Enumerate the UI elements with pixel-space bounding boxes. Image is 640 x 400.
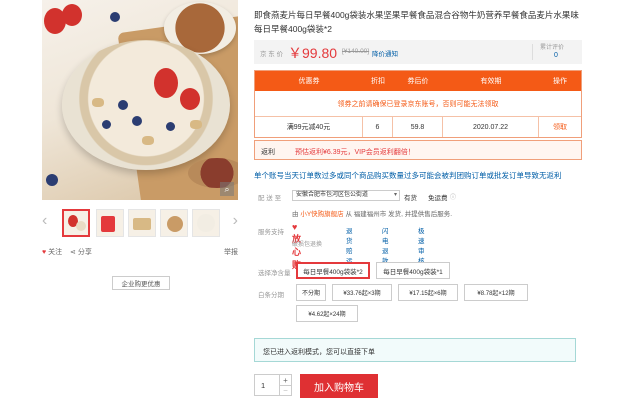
price-label: 京 东 价 [260, 51, 284, 58]
service-item[interactable]: 极速审核 [418, 225, 425, 265]
divider [532, 44, 533, 60]
coupon-header-cell: 折扣 [371, 78, 385, 85]
service-item[interactable]: 退货赔运 [346, 225, 353, 265]
installment-label: 白条分期 [258, 292, 284, 299]
installment-option[interactable]: ¥8.78起×12期 [464, 284, 528, 301]
enterprise-purchase-button[interactable]: 企业购更优惠 [112, 276, 170, 290]
report-link[interactable]: 举报 [224, 247, 238, 257]
service-sub[interactable]: 破损包退换 [292, 239, 322, 248]
ship-prefix: 由 [292, 211, 299, 218]
rebate-box: 返利 预估返利¥6.39元，VIP会员返利翻倍！ [254, 140, 582, 160]
chevron-right-icon[interactable]: › [233, 213, 238, 229]
quantity-stepper[interactable]: 1 + − [254, 374, 292, 396]
installment-option[interactable]: ¥4.62起×24期 [296, 305, 358, 322]
coupon-table: 优惠券 折扣 券后价 有效期 操作 领券之前请确保已登录京东账号，否则可能无法领… [254, 70, 582, 138]
ship-from: 由 小Y快购旗舰店 从 福建福州市 发货, 并提供售后服务. [292, 208, 452, 218]
variant-label: 选择净含量 [258, 270, 291, 277]
share-link[interactable]: ⋖ 分享 [70, 247, 92, 257]
stock-status: 有货 [404, 195, 417, 202]
coupon-header-cell: 有效期 [480, 78, 502, 85]
coupon-header-cell: 券后价 [407, 78, 429, 85]
address-value: 安徽合肥市包河区包公街道 [296, 192, 369, 198]
service-label: 服务支持 [258, 229, 284, 236]
store-link[interactable]: 小Y快购旗舰店 [300, 211, 343, 218]
rebate-label: 返利 [261, 149, 275, 156]
coupon-note: 领券之前请确保已登录京东账号，否则可能无法领取 [255, 91, 581, 117]
coupon-cell: 2020.07.22 [443, 117, 539, 137]
coupon-cell: 59.8 [393, 117, 443, 137]
quantity-input[interactable]: 1 [261, 381, 265, 390]
chevron-down-icon: ▾ [393, 192, 397, 198]
heart-icon: ♥ [42, 249, 47, 256]
table-row: 满99元减40元 6 59.8 2020.07.22 领取 [255, 117, 581, 137]
coupon-cell: 6 [363, 117, 393, 137]
thumbnail[interactable] [128, 209, 156, 237]
installment-option[interactable]: 不分期 [296, 284, 326, 301]
cereal-bowl-image [62, 40, 230, 170]
promo-notice[interactable]: 单个账号当天订单数过多或同个商品购买数量过多可能会被判团购订单或批发订单导致无返… [254, 170, 562, 181]
add-to-cart-button[interactable]: 加入购物车 [300, 374, 378, 398]
review-count[interactable]: 0 [554, 52, 558, 59]
delivery-label: 配 送 至 [258, 195, 282, 202]
thumbnail-strip: ‹ › [42, 207, 238, 237]
coupon-cell: 满99元减40元 [255, 117, 363, 137]
main-product-image[interactable]: ⌕ [42, 0, 238, 200]
coupon-header-cell: 优惠券 [298, 78, 320, 85]
thumbnail[interactable] [192, 209, 220, 237]
follow-link[interactable]: ♥ 关注 [42, 247, 62, 257]
chevron-left-icon[interactable]: ‹ [42, 213, 47, 229]
minus-icon[interactable]: − [279, 385, 291, 395]
receive-coupon-link[interactable]: 领取 [539, 117, 581, 137]
thumbnail[interactable] [96, 209, 124, 237]
rebate-mode-notice: 您已进入返利模式，您可以直接下单 [254, 338, 576, 362]
review-label: 累计评价 [540, 45, 565, 51]
service-item[interactable]: 闪电退款 [382, 225, 389, 265]
product-photo [42, 0, 238, 200]
ship-suffix: 从 福建福州市 发货, 并提供售后服务. [345, 211, 452, 218]
variant-option-selected[interactable]: 每日早餐400g袋装*2 [296, 262, 370, 279]
price-notify-link[interactable]: 降价通知 [372, 48, 398, 58]
coupon-header: 优惠券 折扣 券后价 有效期 操作 [255, 71, 581, 91]
installment-option[interactable]: ¥17.15起×6期 [398, 284, 458, 301]
product-title: 即食燕麦片每日早餐400g袋装水果坚果早餐食品混合谷物牛奶营养早餐食品麦片水果味… [254, 10, 579, 34]
thumbnail[interactable] [160, 209, 188, 237]
price-box: 京 东 价 ￥99.80 [¥140.00] 降价通知 累计评价 0 [254, 40, 582, 64]
info-icon: ⓘ [450, 195, 457, 201]
original-price: [¥140.00] [342, 48, 370, 55]
notice-text: 您已进入返利模式，您可以直接下单 [263, 349, 375, 356]
installment-option[interactable]: ¥33.76起×3期 [332, 284, 392, 301]
price: ￥99.80 [288, 45, 338, 61]
thumbnail[interactable] [62, 209, 90, 237]
magnifier-icon[interactable]: ⌕ [220, 182, 234, 196]
coupon-header-cell: 操作 [553, 78, 567, 85]
freight-status: 免运费 [428, 195, 448, 202]
rebate-text: 预估返利¥6.39元，VIP会员返利翻倍！ [295, 149, 415, 156]
variant-option[interactable]: 每日早餐400g袋装*1 [376, 262, 450, 279]
address-select[interactable]: 安徽合肥市包河区包公街道 ▾ [292, 190, 400, 201]
product-actions: ♥ 关注 ⋖ 分享 举报 [42, 247, 238, 259]
share-icon: ⋖ [70, 249, 76, 256]
